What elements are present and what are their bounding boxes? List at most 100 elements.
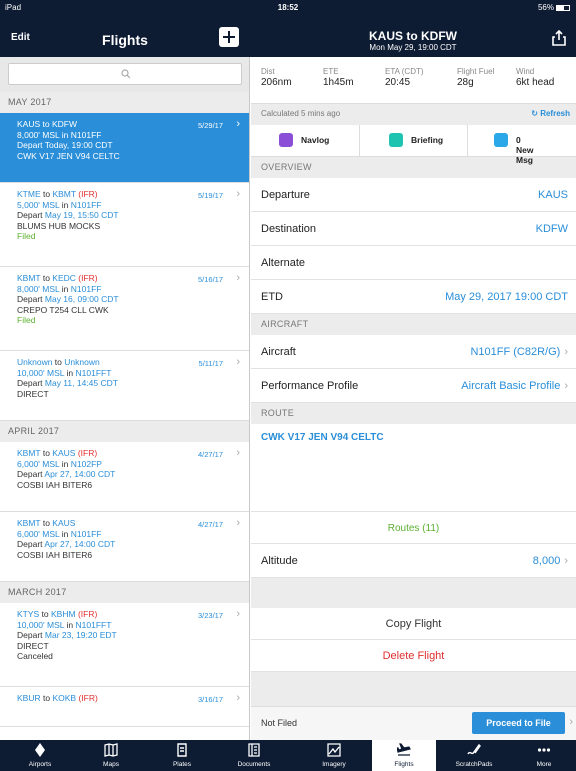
performance-profile-row[interactable]: Performance Profile Aircraft Basic Profi…: [251, 369, 576, 403]
depart-value: May 16, 09:00 CDT: [44, 294, 119, 304]
aircraft: N102FP: [70, 458, 102, 469]
route: COSBI IAH BITER6: [17, 549, 93, 560]
calculation-bar: Calculated 5 mins ago ↻ Refresh: [251, 104, 576, 125]
ifr-tag: (IFR): [77, 448, 98, 458]
add-flight-button[interactable]: [219, 27, 239, 47]
tab-plates[interactable]: Plates: [150, 740, 214, 771]
altitude-row[interactable]: Altitude 8,000 ›: [251, 544, 576, 578]
origin: KBMT: [17, 518, 41, 528]
spacer: [251, 578, 576, 608]
battery-indicator: 56%: [538, 3, 570, 12]
flight-list-item[interactable]: KTYS to KBHM (IFR) 10,000' MSL in N101FFT…: [0, 603, 249, 687]
route-header: ROUTE: [251, 403, 576, 424]
depart-label: Depart: [17, 210, 43, 220]
briefing-icon: [389, 133, 403, 147]
navlog-icon: [279, 133, 293, 147]
proceed-to-file-button[interactable]: Proceed to File: [472, 712, 565, 734]
chevron-right-icon: ›: [236, 447, 240, 459]
tab-label: Flights: [394, 761, 414, 768]
share-icon[interactable]: [552, 30, 566, 46]
tab-flights[interactable]: Flights: [372, 740, 436, 771]
ifr-tag: (IFR): [78, 693, 98, 703]
aircraft-label: Aircraft: [261, 346, 296, 358]
flight-list-item[interactable]: KAUS to KDFW 8,000' MSL in N101FF Depart T…: [0, 113, 249, 183]
origin: KBMT: [17, 273, 41, 283]
search-icon: [121, 69, 131, 79]
flight-list: MAY 2017 KAUS to KDFW 8,000' MSL in N101FF…: [0, 92, 249, 727]
flight-list-pane: MAY 2017 KAUS to KDFW 8,000' MSL in N101FF…: [0, 57, 250, 740]
chevron-right-icon: ›: [236, 356, 240, 368]
route: CWK V17 JEN V94 CELTC: [17, 150, 120, 161]
flight-detail-pane: Dist 206nm ETE 1h45m ETA (CDT) 20:45 Flight Fu…: [251, 57, 576, 740]
airport-icon: [35, 743, 45, 757]
aircraft: N101FF: [70, 129, 102, 140]
flights-nav-bar: Edit Flights: [0, 15, 250, 57]
stat-item: ETE 1h45m: [323, 67, 354, 88]
destination: KOKB: [52, 693, 77, 703]
tab-label: Plates: [172, 761, 192, 768]
airplane-icon: [397, 743, 411, 756]
tab-more[interactable]: More: [512, 740, 576, 771]
refresh-button[interactable]: ↻ Refresh: [531, 109, 570, 118]
delete-flight-button[interactable]: Delete Flight: [251, 640, 576, 672]
alternate-row[interactable]: Alternate: [251, 246, 576, 280]
flight-list-item[interactable]: KTME to KBMT (IFR) 5,000' MSL in N101FF De…: [0, 183, 249, 267]
flight-date: 5/29/17: [197, 121, 223, 130]
aircraft-row[interactable]: Aircraft N101FF (C82R/G) ›: [251, 335, 576, 369]
quick-actions: Navlog Briefing 0 New Msg: [251, 125, 576, 165]
route: COSBI IAH BITER6: [17, 479, 93, 490]
stat-value: 20:45: [385, 77, 411, 88]
flight-date: 3/23/17: [197, 611, 223, 620]
depart-value: Mar 23, 19:20 EDT: [44, 630, 117, 640]
depart-value: May 11, 14:45 CDT: [44, 378, 118, 388]
flight-list-item[interactable]: KBMT to KEDC (IFR) 8,000' MSL in N101FF De…: [0, 267, 249, 351]
altitude: 8,000' MSL: [17, 283, 60, 294]
flight-date: 5/11/17: [198, 359, 223, 368]
navlog-label: Navlog: [301, 135, 330, 145]
search-input[interactable]: [8, 63, 242, 85]
aircraft: N101FFT: [75, 367, 112, 378]
aircraft-header: AIRCRAFT: [251, 314, 576, 335]
tab-bar: Airports Maps Plates Documents Imagery F…: [0, 740, 576, 771]
flight-list-item[interactable]: Unknown to Unknown 10,000' MSL in N101FFT…: [0, 351, 249, 421]
stat-item: ETA (CDT) 20:45: [385, 67, 424, 88]
chevron-right-icon: ›: [236, 517, 240, 529]
tab-maps[interactable]: Maps: [79, 740, 143, 771]
chevron-right-icon: ›: [236, 188, 240, 200]
depart-value: May 19, 15:50 CDT: [44, 210, 119, 220]
flight-list-item[interactable]: KBMT to KAUS (IFR) 6,000' MSL in N102FP De…: [0, 442, 249, 512]
altitude-value: 8,000: [532, 555, 561, 567]
routes-button[interactable]: Routes (11): [251, 512, 576, 544]
tab-scratchpads[interactable]: ScratchPads: [442, 740, 506, 771]
refresh-icon: ↻: [531, 109, 541, 118]
copy-flight-button[interactable]: Copy Flight: [251, 608, 576, 640]
tab-documents[interactable]: Documents: [222, 740, 286, 771]
aircraft-value: N101FF (C82R/G): [470, 346, 561, 358]
departure-row[interactable]: Departure KAUS: [251, 178, 576, 212]
flight-date: 5/16/17: [197, 275, 223, 284]
route-editor[interactable]: CWK V17 JEN V94 CELTC: [251, 424, 576, 512]
destination: KAUS: [52, 448, 76, 458]
flight-stats: Dist 206nm ETE 1h45m ETA (CDT) 20:45 Flight Fu…: [251, 57, 576, 104]
ifr-tag: (IFR): [78, 189, 98, 199]
aircraft: N101FF: [70, 283, 102, 294]
departure-time: Depart May 11, 14:45 CDT: [17, 378, 241, 389]
chevron-right-icon: ›: [569, 716, 573, 728]
stat-label: Flight Fuel: [457, 67, 495, 76]
departure-time: Depart Apr 27, 14:00 CDT: [17, 539, 241, 550]
altitude: 8,000' MSL: [17, 129, 60, 140]
flight-list-item[interactable]: KBMT to KAUS 6,000' MSL in N101FF Depart A…: [0, 512, 249, 582]
flight-date: 5/19/17: [197, 191, 223, 200]
flight-list-item[interactable]: KBUR to KOKB (IFR) 3/16/17 ›: [0, 687, 249, 727]
aircraft: N101FF: [70, 199, 102, 210]
tab-imagery[interactable]: Imagery: [302, 740, 366, 771]
etd-row[interactable]: ETD May 29, 2017 19:00 CDT: [251, 280, 576, 314]
stat-label: ETA (CDT): [385, 67, 424, 76]
tab-airports[interactable]: Airports: [8, 740, 72, 771]
chevron-right-icon: ›: [236, 272, 240, 284]
stat-value: 6kt head: [516, 77, 555, 88]
route: DIRECT: [17, 388, 49, 399]
destination-row[interactable]: Destination KDFW: [251, 212, 576, 246]
flight-subtitle: Mon May 29, 19:00 CDT: [369, 43, 457, 52]
origin: KBUR: [17, 693, 41, 703]
